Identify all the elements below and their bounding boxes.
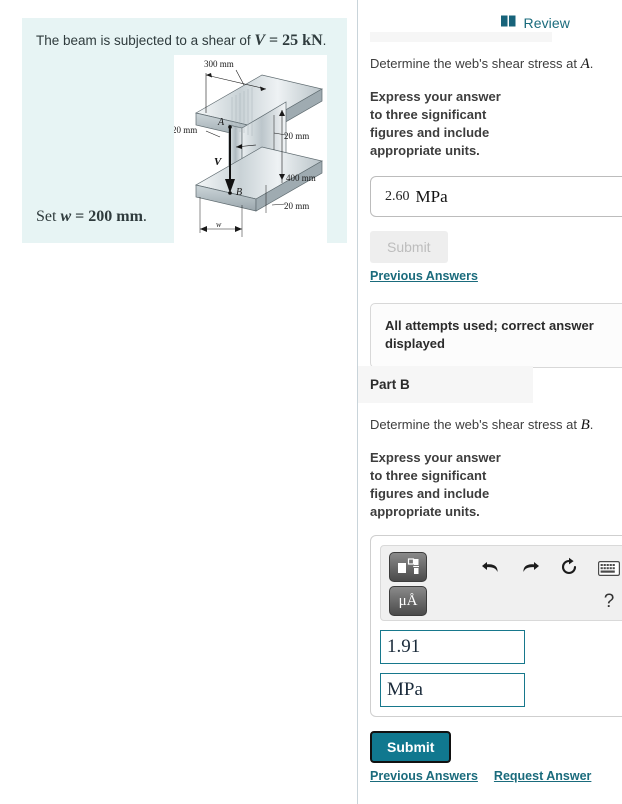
width-value: = 200 mm — [71, 208, 143, 225]
shear-value: = 25 kN — [265, 32, 323, 49]
answer-panel: Review Determine the web's shear stress … — [358, 0, 622, 804]
math-answer-editor: μÅ ? 1.91 MPa — [370, 535, 622, 717]
part-a-question-suffix: . — [589, 56, 594, 71]
i-beam-figure: 300 mm 20 mm A B V 20 mm 400 mm 20 mm w — [174, 55, 327, 245]
part-b-submit-button[interactable]: Submit — [370, 731, 452, 763]
undo-arrow-icon[interactable] — [479, 555, 503, 579]
set-prefix: Set — [36, 208, 61, 225]
shear-symbol: V — [254, 32, 266, 49]
part-a-feedback: All attempts used; correct answer displa… — [370, 303, 622, 369]
part-b-section: Part B Determine the web's shear stress … — [358, 366, 622, 783]
part-a-instructions: Express your answer to three significant… — [370, 89, 501, 159]
figure-label-A: A — [217, 117, 225, 128]
formula-template-icon[interactable] — [389, 552, 427, 582]
point-a-symbol: A — [580, 56, 590, 72]
part-b-instructions: Express your answer to three significant… — [370, 450, 501, 520]
part-a-submit-button: Submit — [370, 231, 448, 263]
part-a-header — [370, 32, 552, 42]
point-b-symbol: B — [580, 417, 590, 433]
problem-panel: The beam is subjected to a shear of V = … — [0, 0, 357, 804]
figure-label-B: B — [236, 187, 242, 198]
part-b-units-input[interactable]: MPa — [380, 673, 525, 707]
set-suffix: . — [142, 208, 147, 225]
redo-arrow-icon[interactable] — [518, 555, 542, 579]
part-a-answer-display: 2.60 MPa — [370, 176, 622, 217]
i-beam-svg: 300 mm 20 mm A B V 20 mm 400 mm 20 mm w — [174, 59, 323, 237]
figure-label-V: V — [214, 156, 223, 168]
part-a-answer-units: MPa — [415, 186, 448, 206]
part-b-question: Determine the web's shear stress at B. — [358, 415, 622, 435]
units-button-label: μÅ — [398, 592, 418, 609]
figure-label-20mm-left: 20 mm — [174, 125, 197, 135]
part-b-header: Part B — [358, 366, 533, 403]
part-a-section: Determine the web's shear stress at A. E… — [358, 32, 622, 369]
review-link[interactable]: Review — [501, 14, 570, 32]
problem-set-text: Set w = 200 mm. — [36, 208, 147, 226]
part-a-answer-value: 2.60 — [385, 188, 410, 204]
figure-label-300mm: 300 mm — [204, 59, 234, 69]
part-a-links: Previous Answers — [370, 269, 622, 283]
part-a-question: Determine the web's shear stress at A. — [358, 54, 622, 74]
keyboard-icon[interactable] — [597, 556, 621, 580]
math-editor-toolbar: μÅ ? — [380, 545, 622, 621]
figure-label-400mm: 400 mm — [286, 173, 316, 183]
figure-label-w: w — [216, 220, 222, 229]
reset-circular-arrow-icon[interactable] — [557, 555, 581, 579]
units-micro-angstrom-button[interactable]: μÅ — [389, 586, 427, 616]
part-b-previous-answers-link[interactable]: Previous Answers — [370, 769, 478, 783]
page-root: The beam is subjected to a shear of V = … — [0, 0, 622, 804]
review-label: Review — [523, 15, 570, 31]
problem-statement-text: The beam is subjected to a shear of V = … — [36, 30, 341, 52]
part-b-question-prefix: Determine the web's shear stress at — [370, 417, 581, 432]
help-icon[interactable]: ? — [597, 590, 621, 614]
part-b-value-input[interactable]: 1.91 — [380, 630, 525, 664]
problem-statement-suffix: . — [322, 33, 327, 48]
width-symbol: w — [60, 208, 72, 225]
book-icon — [501, 14, 516, 32]
part-b-question-suffix: . — [589, 417, 594, 432]
figure-label-20mm-right: 20 mm — [284, 131, 309, 141]
part-b-links: Previous Answers Request Answer — [370, 769, 622, 783]
part-a-question-prefix: Determine the web's shear stress at — [370, 56, 581, 71]
problem-statement-card: The beam is subjected to a shear of V = … — [22, 18, 347, 245]
problem-statement-prefix: The beam is subjected to a shear of — [36, 33, 255, 48]
part-b-request-answer-link[interactable]: Request Answer — [494, 769, 591, 783]
figure-label-20mm-bottom: 20 mm — [284, 201, 309, 211]
part-a-previous-answers-link[interactable]: Previous Answers — [370, 269, 478, 283]
